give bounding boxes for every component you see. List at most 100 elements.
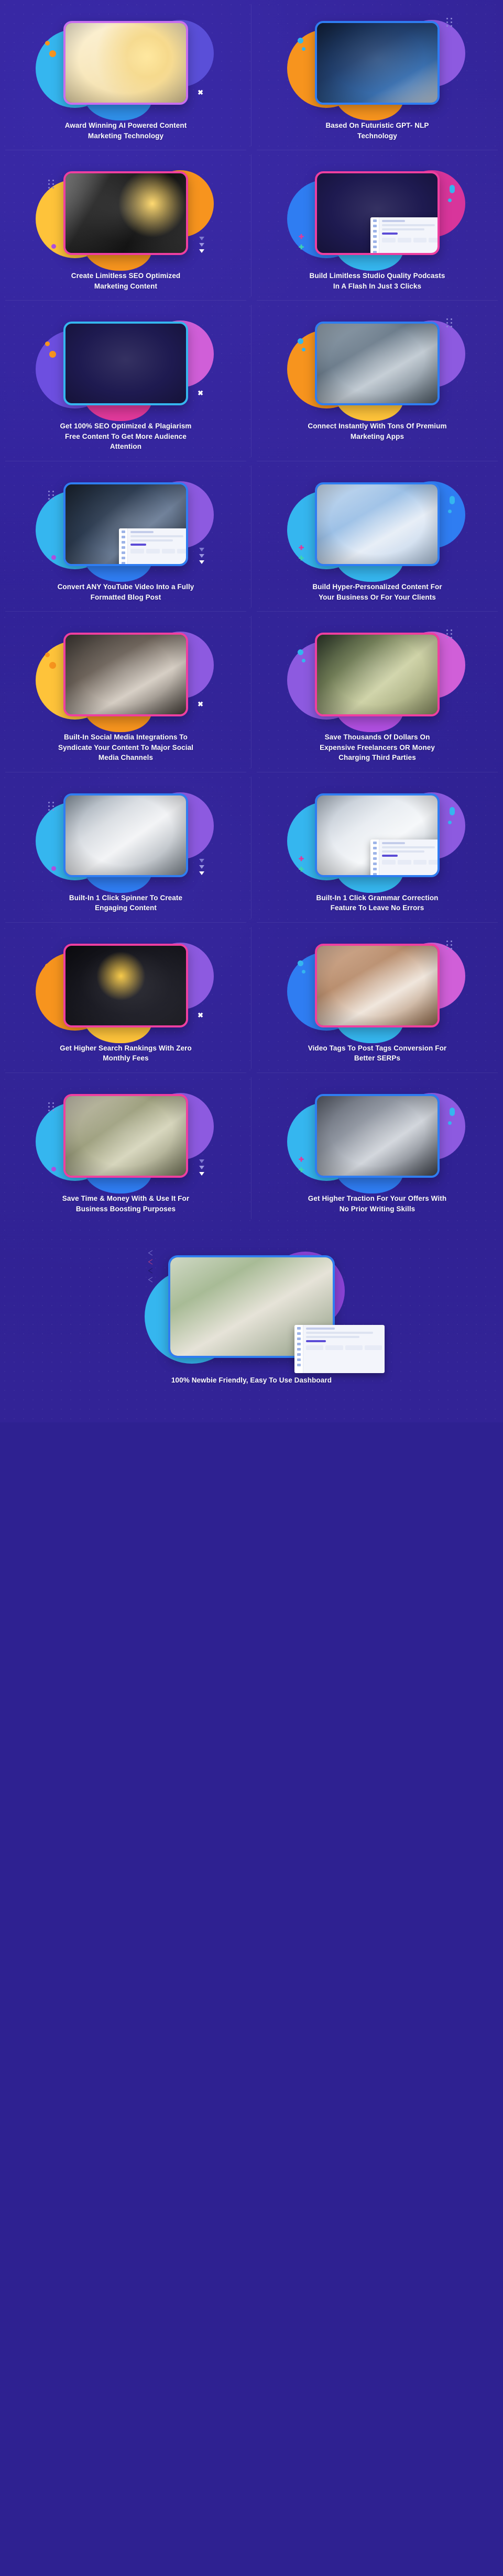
feature-card: ✚ ✚ Get Higher Traction For Your Offers Wi… — [252, 1073, 503, 1223]
feature-caption: Convert ANY YouTube Video Into a Fully F… — [57, 582, 194, 601]
feature-card: Convert ANY YouTube Video Into a Fully F… — [0, 461, 252, 612]
feature-art — [36, 164, 214, 271]
feature-art — [36, 1087, 214, 1193]
feature-caption: Get 100% SEO Optimized & Plagiarism Free… — [60, 422, 192, 451]
feature-card: ✖ Get 100% SEO Optimized & Plagiarism Fre… — [0, 301, 252, 461]
plus-pink-icon: ✚ — [299, 233, 304, 241]
dot-orange-large-icon — [49, 972, 56, 980]
feature-art — [36, 475, 214, 582]
overlay-sidebar — [119, 528, 128, 564]
plus-teal-icon: ✚ — [299, 1166, 304, 1174]
cross-icon: ✖ — [198, 389, 203, 397]
feature-image — [63, 322, 188, 406]
triangle-stack-icon — [199, 1159, 204, 1176]
feature-card: Save Time & Money With & Use It For Busi… — [0, 1073, 252, 1223]
feature-art — [287, 314, 465, 422]
feature-card: Built-In 1 Click Spinner To Create Engag… — [0, 772, 252, 923]
overlay-content — [128, 528, 186, 564]
dot-orange-icon — [45, 41, 50, 46]
feature-caption: Save Time & Money With & Use It For Busi… — [62, 1195, 190, 1213]
dots-grid-icon — [446, 940, 453, 949]
dots-grid-icon — [48, 180, 54, 189]
feature-caption: Get Higher Search Rankings With Zero Mon… — [60, 1044, 192, 1063]
feature-caption: Built-In 1 Click Grammar Correction Feat… — [316, 893, 439, 912]
overlay-content — [303, 1325, 385, 1373]
image-vignette — [65, 23, 186, 103]
image-vignette — [317, 23, 438, 103]
dot-cyan-icon — [298, 960, 303, 966]
feature-caption: Get Higher Traction For Your Offers With… — [308, 1195, 447, 1213]
final-feature-row: 100% Newbie Friendly, Easy To Use Dashbo… — [0, 1223, 503, 1401]
feature-art — [36, 786, 214, 893]
image-vignette — [65, 635, 186, 715]
feature-caption: Video Tags To Post Tags Conversion For B… — [308, 1044, 447, 1063]
dot-cyan-small-icon — [448, 820, 452, 824]
feature-image — [63, 793, 188, 877]
dot-purple-icon — [51, 555, 56, 560]
feature-card: Based On Futuristic GPT- NLP Technology — [252, 0, 503, 151]
feature-caption: Award Winning AI Powered Content Marketi… — [64, 121, 187, 140]
dot-purple-icon — [51, 1167, 56, 1171]
pill-cyan-icon — [450, 185, 455, 194]
dots-grid-icon — [446, 18, 453, 27]
feature-image — [63, 482, 188, 566]
feature-image — [63, 21, 188, 105]
feature-art: ✖ — [36, 936, 214, 1043]
dot-cyan-small-icon — [448, 1121, 452, 1125]
overlay-content — [379, 839, 438, 875]
pill-cyan-icon — [450, 806, 455, 815]
final-feature-caption: 100% Newbie Friendly, Easy To Use Dashbo… — [171, 1376, 332, 1385]
features-grid: ✖ Award Winning AI Powered Content Market… — [0, 0, 503, 1223]
dots-grid-icon — [48, 1102, 54, 1111]
triangle-stack-icon — [148, 1250, 157, 1283]
feature-art: ✚ ✚ — [287, 475, 465, 582]
features-page: ✖ Award Winning AI Powered Content Market… — [0, 0, 503, 1422]
feature-art: ✚ ✚ — [287, 1087, 465, 1193]
plus-pink-icon: ✚ — [299, 1156, 304, 1163]
feature-image — [315, 1094, 440, 1178]
overlay-sidebar — [294, 1325, 303, 1374]
feature-card: ✖ Get Higher Search Rankings With Zero Mo… — [0, 923, 252, 1074]
image-vignette — [65, 173, 186, 253]
plus-teal-icon: ✚ — [299, 554, 304, 562]
plus-teal-icon: ✚ — [299, 865, 304, 873]
image-vignette — [317, 945, 438, 1025]
dots-grid-icon — [48, 801, 54, 811]
feature-art — [287, 625, 465, 733]
dot-orange-large-icon — [49, 662, 56, 669]
image-vignette — [317, 1096, 438, 1176]
image-vignette — [65, 945, 186, 1025]
image-vignette — [65, 324, 186, 404]
feature-art: ✖ — [36, 14, 214, 120]
feature-image — [63, 633, 188, 717]
feature-image — [315, 171, 440, 256]
feature-caption: Based On Futuristic GPT- NLP Technology — [325, 121, 429, 140]
dashboard-overlay-preview — [294, 1325, 385, 1374]
feature-image — [315, 482, 440, 566]
dot-orange-large-icon — [49, 50, 56, 57]
feature-art: ✖ — [36, 625, 214, 733]
plus-teal-icon: ✚ — [299, 244, 304, 251]
triangle-stack-icon — [199, 547, 204, 564]
dot-purple-icon — [51, 866, 56, 871]
feature-card: ✖ Award Winning AI Powered Content Market… — [0, 0, 252, 151]
dot-cyan-small-icon — [448, 509, 452, 513]
feature-image — [315, 322, 440, 406]
feature-image — [315, 21, 440, 105]
dots-grid-icon — [48, 490, 54, 500]
feature-card: ✖ Built-In Social Media Integrations To S… — [0, 612, 252, 772]
feature-art — [287, 14, 465, 120]
dot-cyan-small-icon — [302, 47, 305, 51]
overlay-sidebar — [370, 217, 379, 253]
feature-caption: Build Limitless Studio Quality Podcasts … — [309, 272, 445, 290]
image-vignette — [317, 324, 438, 404]
feature-image — [315, 633, 440, 717]
pill-cyan-icon — [450, 495, 455, 504]
feature-card: Save Thousands Of Dollars On Expensive F… — [252, 612, 503, 772]
image-vignette — [317, 484, 438, 564]
feature-image — [315, 943, 440, 1027]
feature-caption: Create Limitless SEO Optimized Marketing… — [71, 272, 181, 290]
feature-image — [63, 943, 188, 1027]
dots-grid-icon — [446, 318, 453, 328]
dashboard-overlay-preview — [119, 528, 186, 564]
